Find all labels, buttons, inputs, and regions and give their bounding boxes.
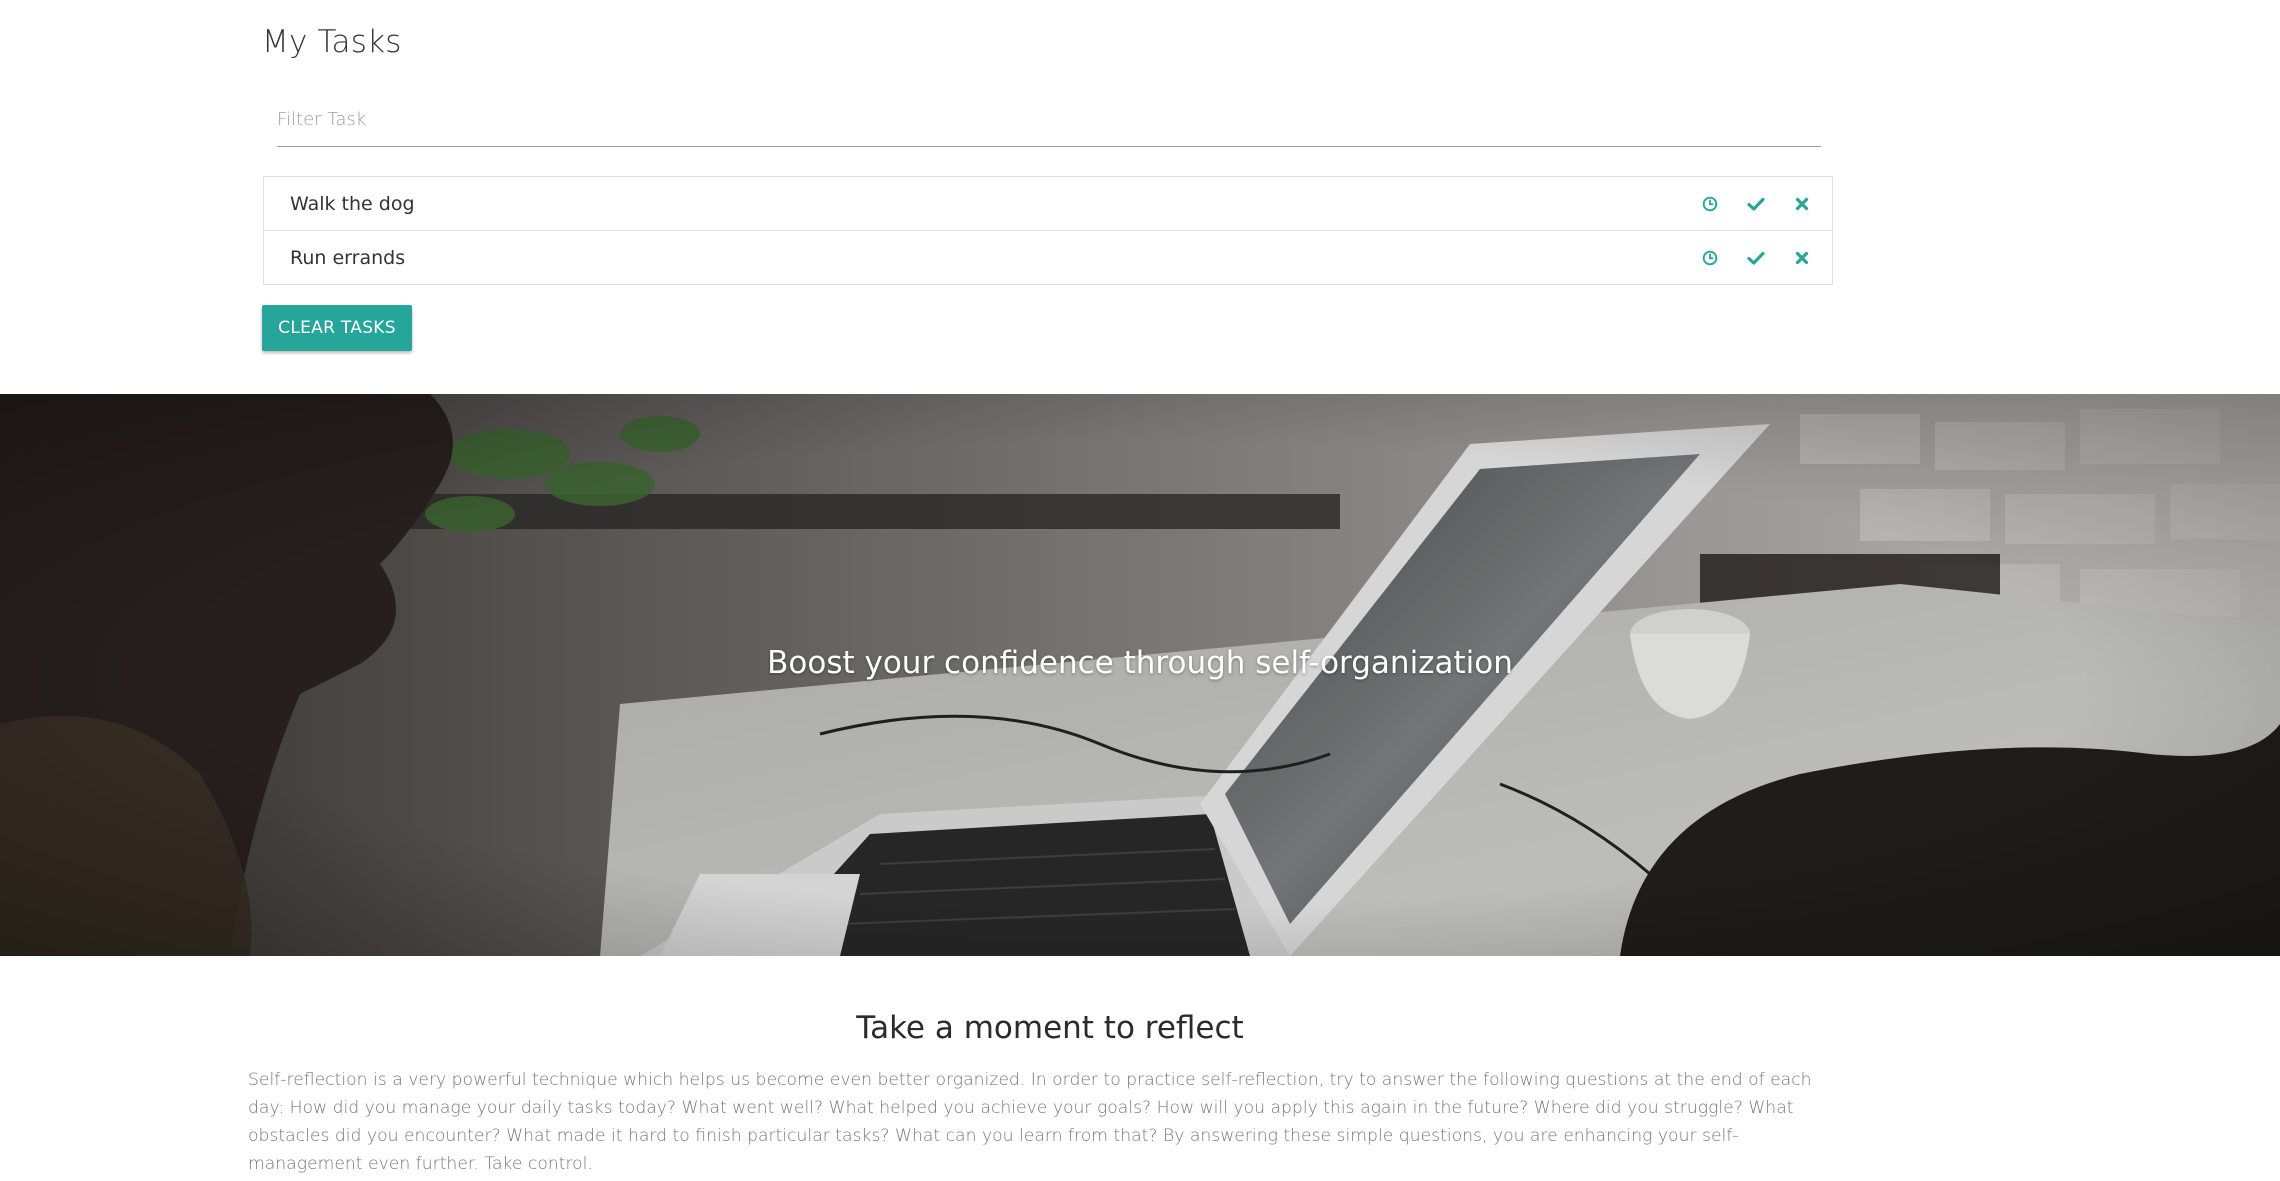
reflect-paragraph: Self-reflection is a very powerful techn… bbox=[248, 1070, 1812, 1174]
hero-banner: Boost your confidence through self-organ… bbox=[0, 394, 2280, 956]
clock-icon[interactable] bbox=[1700, 194, 1720, 214]
hero-headline: Boost your confidence through self-organ… bbox=[767, 645, 1513, 681]
task-item: Run errands bbox=[264, 231, 1832, 284]
page-title: My Tasks bbox=[262, 24, 402, 60]
task-actions bbox=[1700, 231, 1812, 284]
page: My Tasks Walk the dog bbox=[0, 0, 2280, 1181]
close-icon[interactable] bbox=[1792, 194, 1812, 214]
task-list: Walk the dog Run errands bbox=[263, 176, 1833, 285]
clear-tasks-button[interactable]: Clear Tasks bbox=[262, 305, 412, 351]
task-label: Run errands bbox=[290, 246, 406, 269]
filter-field bbox=[277, 96, 1821, 147]
check-icon[interactable] bbox=[1746, 194, 1766, 214]
task-actions bbox=[1700, 177, 1812, 230]
filter-task-input[interactable] bbox=[277, 96, 1821, 142]
check-icon[interactable] bbox=[1746, 248, 1766, 268]
close-icon[interactable] bbox=[1792, 248, 1812, 268]
clock-icon[interactable] bbox=[1700, 248, 1720, 268]
reflect-title: Take a moment to reflect bbox=[856, 1010, 1244, 1046]
task-item: Walk the dog bbox=[264, 177, 1832, 231]
task-label: Walk the dog bbox=[290, 192, 415, 215]
